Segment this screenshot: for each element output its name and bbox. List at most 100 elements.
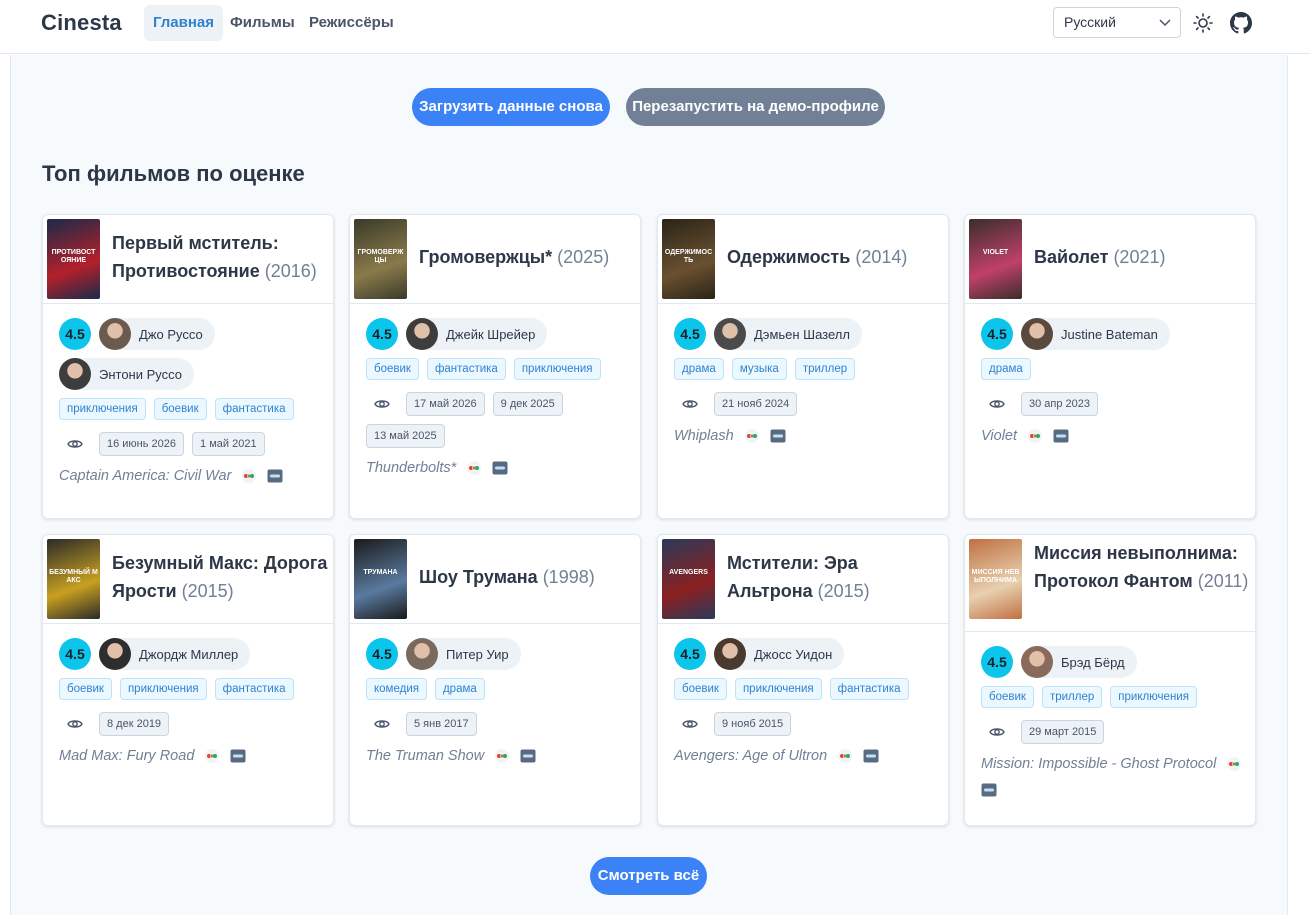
director-chip[interactable]: Джо Руссо — [99, 318, 215, 350]
original-title: Thunderbolts* — [366, 460, 457, 476]
kinopoisk-icon[interactable] — [1027, 428, 1043, 444]
sun-icon[interactable] — [1192, 12, 1214, 34]
movie-poster[interactable]: AVENGERS — [662, 539, 715, 619]
genre-tag[interactable]: боевик — [59, 678, 112, 700]
original-title: Mad Max: Fury Road — [59, 748, 195, 764]
movie-poster[interactable]: ОДЕРЖИМОСТЬ — [662, 219, 715, 299]
eye-icon — [366, 712, 398, 736]
rating-badge: 4.5 — [674, 638, 706, 670]
movie-title[interactable]: Миссия невыполнима: Протокол Фантом (201… — [1034, 539, 1252, 595]
genre-tag[interactable]: фантастика — [829, 678, 909, 700]
movie-card-header: БЕЗУМНЫЙ МАКС Безумный Макс: Дорога Ярост… — [43, 535, 333, 624]
genre-tag[interactable]: триллер — [794, 358, 856, 380]
genre-tag[interactable]: драма — [981, 358, 1031, 380]
genre-tag[interactable]: драма — [674, 358, 724, 380]
letterboxd-icon[interactable] — [267, 468, 283, 484]
avatar — [406, 638, 438, 670]
genre-tag[interactable]: приключения — [734, 678, 822, 700]
movie-title[interactable]: Мстители: Эра Альтрона (2015) — [727, 549, 945, 605]
genre-tag[interactable]: триллер — [1041, 686, 1103, 708]
kinopoisk-icon[interactable] — [466, 460, 482, 476]
movie-card[interactable]: AVENGERS Мстители: Эра Альтрона (2015) 4.5… — [657, 534, 949, 826]
eye-icon — [674, 392, 706, 416]
watch-date: 9 дек 2025 — [492, 392, 563, 416]
movie-title[interactable]: Безумный Макс: Дорога Ярости (2015) — [112, 549, 330, 605]
movie-title[interactable]: Первый мститель: Противостояние (2016) — [112, 229, 330, 285]
movie-card[interactable]: VIOLET Вайолет (2021) 4.5 Justine Bateman др… — [964, 214, 1256, 519]
movie-title[interactable]: Громовержцы* (2025) — [419, 243, 637, 271]
kinopoisk-icon[interactable] — [241, 468, 257, 484]
director-chip[interactable]: Брэд Бёрд — [1021, 646, 1137, 678]
director-chip[interactable]: Джейк Шрейер — [406, 318, 548, 350]
movie-poster[interactable]: ТРУМАНА — [354, 539, 407, 619]
genre-tag[interactable]: боевик — [981, 686, 1034, 708]
director-chip[interactable]: Дэмьен Шазелл — [714, 318, 862, 350]
director-chip[interactable]: Джосс Уидон — [714, 638, 845, 670]
kinopoisk-icon[interactable] — [204, 748, 220, 764]
language-select[interactable]: Русский — [1053, 7, 1181, 38]
nav-movies[interactable]: Фильмы — [221, 5, 304, 41]
movie-title-text: Громовержцы* — [419, 247, 553, 267]
movie-poster[interactable]: МИССИЯ НЕВЫПОЛНИМА — [969, 539, 1022, 619]
genre-tag[interactable]: фантастика — [214, 678, 294, 700]
letterboxd-icon[interactable] — [770, 428, 786, 444]
movie-year: (2015) — [817, 581, 870, 601]
genre-tag[interactable]: боевик — [153, 398, 207, 420]
kinopoisk-icon[interactable] — [1226, 756, 1242, 772]
movie-title[interactable]: Шоу Трумана (1998) — [419, 563, 637, 591]
kinopoisk-icon[interactable] — [494, 748, 510, 764]
letterboxd-icon[interactable] — [863, 748, 879, 764]
letterboxd-icon[interactable] — [520, 748, 536, 764]
movie-card[interactable]: ОДЕРЖИМОСТЬ Одержимость (2014) 4.5 Дэмьен Ш… — [657, 214, 949, 519]
see-all-button[interactable]: Смотреть всё — [590, 857, 707, 895]
movie-year: (2015) — [181, 581, 234, 601]
genre-tag[interactable]: приключения — [59, 398, 146, 420]
original-title: Mission: Impossible - Ghost Protocol — [981, 756, 1217, 772]
movie-card-body: 4.5 Джордж Миллер боевик приключения фантаст… — [43, 624, 333, 764]
kinopoisk-icon[interactable] — [744, 428, 760, 444]
nav-directors[interactable]: Режиссёры — [300, 5, 403, 41]
restart-demo-button[interactable]: Перезапустить на демо-профиле — [626, 88, 885, 126]
genre-tag[interactable]: приключения — [119, 678, 207, 700]
genre-tag[interactable]: приключения — [1110, 686, 1197, 708]
nav-home[interactable]: Главная — [144, 5, 224, 41]
genre-tag[interactable]: боевик — [366, 358, 419, 380]
reload-data-button[interactable]: Загрузить данные снова — [412, 88, 610, 126]
section-title: Топ фильмов по оценке — [42, 161, 305, 186]
director-name: Брэд Бёрд — [1061, 654, 1125, 670]
movie-title[interactable]: Вайолет (2021) — [1034, 243, 1252, 271]
movie-poster[interactable]: VIOLET — [969, 219, 1022, 299]
letterboxd-icon[interactable] — [1053, 428, 1069, 444]
github-icon[interactable] — [1230, 12, 1252, 34]
genre-tag[interactable]: боевик — [674, 678, 727, 700]
genre-tag[interactable]: фантастика — [426, 358, 506, 380]
director-chip[interactable]: Питер Уир — [406, 638, 521, 670]
brand-logo[interactable]: Cinesta — [41, 10, 122, 36]
letterboxd-icon[interactable] — [492, 460, 508, 476]
movie-poster[interactable]: БЕЗУМНЫЙ МАКС — [47, 539, 100, 619]
letterboxd-icon[interactable] — [230, 748, 246, 764]
movie-card[interactable]: МИССИЯ НЕВЫПОЛНИМА Миссия невыполнима: Пр… — [964, 534, 1256, 826]
movie-card[interactable]: ГРОМОВЕРЖЦЫ Громовержцы* (2025) 4.5 Джейк Ш… — [349, 214, 641, 519]
letterboxd-icon[interactable] — [981, 782, 997, 798]
movie-poster[interactable]: ПРОТИВОСТОЯНИЕ — [47, 219, 100, 299]
original-title: The Truman Show — [366, 748, 485, 764]
genre-tag[interactable]: приключения — [513, 358, 601, 380]
movie-year: (2011) — [1197, 571, 1249, 591]
movie-card[interactable]: ТРУМАНА Шоу Трумана (1998) 4.5 Питер Уир ком… — [349, 534, 641, 826]
eye-icon — [366, 392, 398, 416]
genre-tag[interactable]: драма — [434, 678, 485, 700]
original-title: Avengers: Age of Ultron — [674, 748, 828, 764]
genre-tag[interactable]: комедия — [366, 678, 427, 700]
director-chip[interactable]: Justine Bateman — [1021, 318, 1170, 350]
director-chip[interactable]: Энтони Руссо — [59, 358, 195, 390]
genre-tag[interactable]: музыка — [731, 358, 787, 380]
movie-card-header: AVENGERS Мстители: Эра Альтрона (2015) — [658, 535, 948, 624]
movie-card[interactable]: БЕЗУМНЫЙ МАКС Безумный Макс: Дорога Ярост… — [42, 534, 334, 826]
movie-title[interactable]: Одержимость (2014) — [727, 243, 945, 271]
kinopoisk-icon[interactable] — [837, 748, 853, 764]
director-chip[interactable]: Джордж Миллер — [99, 638, 251, 670]
genre-tag[interactable]: фантастика — [214, 398, 294, 420]
movie-poster[interactable]: ГРОМОВЕРЖЦЫ — [354, 219, 407, 299]
movie-card[interactable]: ПРОТИВОСТОЯНИЕ Первый мститель: Противост… — [42, 214, 334, 519]
